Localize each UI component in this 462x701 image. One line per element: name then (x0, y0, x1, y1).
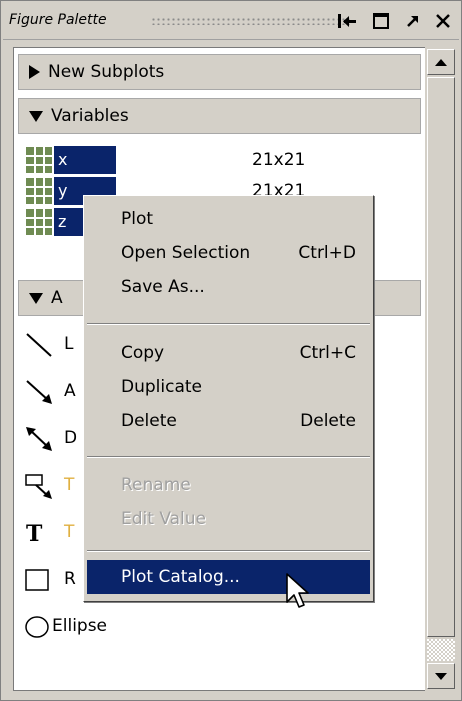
variable-size: 21x21 (252, 150, 306, 170)
menu-item-label: Edit Value (121, 509, 207, 529)
menu-item-copy[interactable]: Copy Ctrl+C (87, 336, 370, 370)
section-new-subplots-label: New Subplots (48, 62, 165, 82)
scroll-thumb[interactable] (427, 77, 455, 637)
svg-text:T: T (26, 521, 43, 547)
section-variables[interactable]: Variables (18, 98, 421, 134)
menu-item-label: Open Selection (121, 243, 251, 263)
drag-grip[interactable] (151, 17, 351, 25)
popout-button[interactable] (399, 8, 427, 34)
rectangle-icon (25, 569, 49, 591)
collapse-arrow-icon (29, 110, 43, 122)
text-arrow-icon (25, 474, 52, 499)
annotation-label: A (64, 381, 76, 401)
scroll-up-arrow-icon (435, 58, 447, 66)
section-variables-label: Variables (51, 106, 129, 126)
vertical-scrollbar[interactable] (425, 47, 457, 691)
menu-item-plot-catalog[interactable]: Plot Catalog... (87, 560, 370, 594)
annotation-label: T (64, 522, 75, 542)
ellipse-icon (25, 616, 49, 638)
menu-separator (87, 550, 370, 552)
menu-item-open-selection[interactable]: Open Selection Ctrl+D (87, 236, 370, 270)
close-button[interactable] (429, 8, 457, 34)
text-box-icon: T (26, 521, 43, 547)
menu-item-label: Delete (121, 411, 177, 431)
section-annotations-label: A (51, 288, 63, 308)
menu-item-label: Rename (121, 475, 191, 495)
menu-item-delete[interactable]: Delete Delete (87, 404, 370, 438)
scroll-track[interactable] (427, 639, 455, 661)
arrow-icon (26, 380, 52, 404)
menu-item-rename[interactable]: Rename (87, 468, 370, 502)
menu-item-duplicate[interactable]: Duplicate (87, 370, 370, 404)
menu-item-shortcut: Delete (300, 411, 356, 431)
context-menu: Plot Open Selection Ctrl+D Save As... Co… (83, 195, 374, 602)
annotation-label: L (64, 334, 74, 354)
menu-item-edit-value[interactable]: Edit Value (87, 502, 370, 536)
scroll-up-button[interactable] (427, 49, 455, 75)
maximize-button[interactable] (367, 8, 395, 34)
scroll-down-arrow-icon (435, 672, 447, 680)
annotation-label: Ellipse (52, 616, 108, 636)
line-icon (26, 333, 52, 357)
menu-item-label: Duplicate (121, 377, 202, 397)
menu-item-label: Copy (121, 343, 165, 363)
double-arrow-icon (26, 427, 52, 451)
menu-item-shortcut: Ctrl+D (298, 243, 356, 263)
annotation-label: D (64, 428, 78, 448)
undock-button[interactable] (333, 8, 361, 34)
annotation-label: R (64, 569, 76, 589)
variable-row-x[interactable]: x 21x21 (20, 146, 420, 176)
maximize-icon (373, 13, 389, 29)
matrix-variable-icon (26, 209, 52, 235)
menu-item-plot[interactable]: Plot (87, 202, 370, 236)
menu-item-label: Plot (121, 209, 154, 229)
menu-separator (87, 456, 370, 458)
menu-item-save-as[interactable]: Save As... (87, 270, 370, 304)
scroll-down-button[interactable] (427, 663, 455, 689)
menu-separator (87, 323, 370, 325)
matrix-variable-icon (26, 147, 52, 173)
popout-arrow-icon (407, 16, 418, 27)
annotation-label: T (64, 475, 75, 495)
collapse-arrow-icon (29, 292, 43, 304)
matrix-variable-icon (26, 178, 52, 204)
section-new-subplots[interactable]: New Subplots (18, 54, 421, 90)
undock-icon (338, 14, 356, 28)
window-title: Figure Palette (9, 12, 107, 28)
title-bar[interactable]: Figure Palette (3, 3, 459, 40)
expand-arrow-icon (29, 65, 40, 79)
menu-item-label: Save As... (121, 277, 205, 297)
menu-item-label: Plot Catalog... (121, 567, 240, 587)
close-icon (436, 14, 450, 28)
mouse-pointer-icon (286, 573, 309, 608)
annotation-ellipse[interactable]: Ellipse (20, 610, 420, 644)
variable-name: x (54, 146, 116, 174)
menu-item-shortcut: Ctrl+C (299, 343, 356, 363)
